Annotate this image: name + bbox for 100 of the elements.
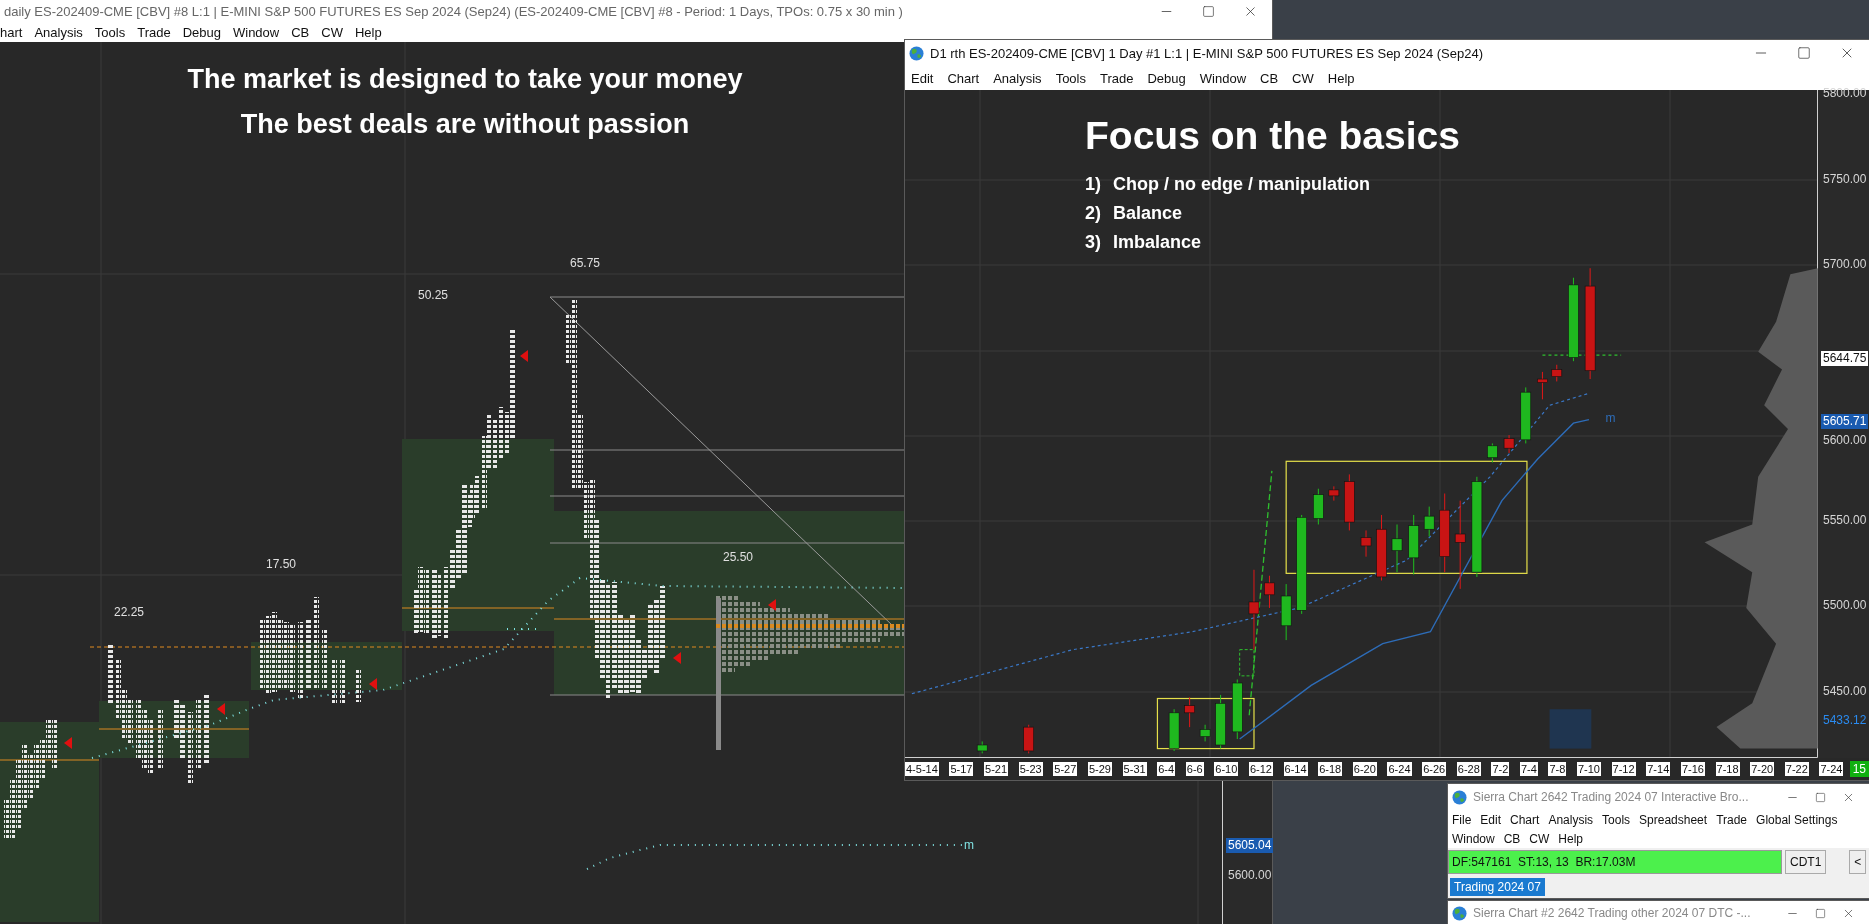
candlestick (1280, 583, 1292, 641)
volume-shading (1549, 709, 1592, 749)
list-number: 1) (1085, 174, 1101, 195)
date-label: 5-17 (949, 762, 974, 776)
menu-item[interactable]: File (1452, 812, 1472, 827)
range-label: 50.25 (418, 288, 449, 302)
globe-icon (909, 45, 924, 61)
menu-item[interactable]: Trade (1100, 70, 1134, 86)
price-axis-label: 5750.00 (1822, 172, 1868, 187)
window-title: D1 rth ES-202409-CME [CBV] 1 Day #1 L:1 | E-MINI S&P 500 FUTURES ES Sep 2024 (Sep24) (930, 45, 1484, 61)
menu-item[interactable]: Edit (911, 70, 934, 86)
date-label: 7-16 (1680, 762, 1705, 776)
chart-heading: Focus on the basics (1085, 114, 1460, 158)
menu-item[interactable]: CB (291, 24, 310, 40)
date-label: 7-24 (1819, 762, 1844, 776)
list-item: Imbalance (1113, 232, 1202, 253)
candlestick (1423, 506, 1435, 537)
price-axis-label: 5605.71 (1821, 414, 1869, 429)
menu-item[interactable]: Spreadsheet (1639, 812, 1708, 827)
menu-item[interactable]: CB (1503, 831, 1521, 846)
menu-item[interactable]: Chart (947, 70, 980, 86)
window-title: Sierra Chart #2 2642 Trading other 2024 07 DTC -... (1473, 906, 1752, 920)
tab[interactable]: Trading 2024 07 (1450, 878, 1545, 896)
menu-item[interactable]: Help (1327, 70, 1355, 86)
date-label: 6-6 (1185, 762, 1204, 776)
date-label: 6-24 (1387, 762, 1412, 776)
gap-box (1239, 649, 1255, 677)
menu-item[interactable]: Window (1452, 831, 1495, 846)
date-label: 4-5-14 (905, 762, 939, 776)
toolbar-button[interactable]: CDT1 (1785, 850, 1827, 874)
candlestick (1360, 529, 1372, 558)
range-label: 17.50 (266, 557, 297, 571)
toolbar-button[interactable]: < (1849, 850, 1867, 874)
date-label: 6-10 (1214, 762, 1239, 776)
candlestick (1520, 386, 1532, 444)
menu-item[interactable]: Help (1558, 831, 1584, 846)
headline-text: The market is designed to take your money (187, 64, 743, 95)
triangle-marker (217, 703, 225, 715)
line-label: m (1605, 411, 1616, 426)
date-label: 7-10 (1576, 762, 1601, 776)
menu-item[interactable]: Help (354, 24, 382, 40)
candlestick (1184, 696, 1195, 728)
maximize-icon[interactable] (1815, 791, 1826, 803)
menu-item[interactable]: CB (1260, 70, 1279, 86)
menu-item[interactable]: Edit (1480, 812, 1502, 827)
menu-item[interactable]: Window (1199, 70, 1247, 86)
menu-item[interactable]: Trade (137, 24, 171, 40)
menu-item[interactable]: CW (1529, 831, 1550, 846)
candlestick (1232, 678, 1243, 740)
menu-item[interactable]: Tools (1602, 812, 1631, 827)
menu-item[interactable]: Analysis (34, 24, 83, 40)
date-label: 7-4 (1519, 762, 1538, 776)
candlestick (976, 740, 988, 754)
globe-icon (1452, 789, 1467, 805)
date-label: 5-23 (1018, 762, 1043, 776)
menu-item[interactable]: Window (233, 24, 280, 40)
price-axis-label: 5605.04 (1226, 838, 1274, 853)
menu-item[interactable]: Analysis (1548, 812, 1594, 827)
date-label: 7-12 (1611, 762, 1636, 776)
list-number: 2) (1085, 203, 1101, 224)
menu-item[interactable]: Global Settings (1756, 812, 1838, 827)
menu-item[interactable]: CW (1292, 70, 1314, 86)
price-axis-label: 5500.00 (1822, 598, 1868, 613)
price-axis-label: 5450.00 (1822, 684, 1868, 699)
date-label: 6-12 (1248, 762, 1273, 776)
menu-item[interactable]: CW (321, 24, 343, 40)
price-axis-label: 5800.00 (1822, 86, 1868, 101)
menu-item[interactable]: Chart (1510, 812, 1540, 827)
list-number: 3) (1085, 232, 1101, 253)
price-axis-label: 5433.12 (1822, 713, 1868, 728)
date-label: 7-20 (1750, 762, 1775, 776)
menu-item[interactable]: Tools (1055, 70, 1086, 86)
date-label: 5-29 (1087, 762, 1112, 776)
price-axis-label: 5644.75 (1821, 351, 1869, 366)
date-label: 5-31 (1122, 762, 1147, 776)
maximize-icon[interactable] (1202, 4, 1215, 18)
triangle-marker (768, 599, 776, 611)
candlestick (1328, 485, 1340, 502)
range-label: 25.50 (723, 550, 754, 564)
menu-item[interactable]: Debug (1147, 70, 1186, 86)
price-axis-label: 5550.00 (1822, 513, 1868, 528)
menu-item[interactable]: Trade (1716, 812, 1748, 827)
date-label: 5-21 (984, 762, 1009, 776)
candlestick (1537, 371, 1548, 400)
date-label: 7-2 (1491, 762, 1510, 776)
candlestick (1487, 442, 1498, 463)
date-label: 6-20 (1352, 762, 1377, 776)
date-label: 6-28 (1456, 762, 1481, 776)
maximize-icon[interactable] (1815, 907, 1826, 919)
candlestick (1376, 514, 1387, 581)
date-label: 7-14 (1646, 762, 1671, 776)
menu-item[interactable]: Debug (182, 24, 221, 40)
date-label: 6-14 (1283, 762, 1308, 776)
maximize-icon[interactable] (1797, 46, 1811, 60)
menu-item[interactable]: hart (0, 24, 23, 40)
triangle-marker (369, 678, 377, 690)
date-label: 6-4 (1157, 762, 1176, 776)
date-label: 7-18 (1715, 762, 1740, 776)
menu-item[interactable]: Tools (94, 24, 126, 40)
menu-item[interactable]: Analysis (993, 70, 1042, 86)
